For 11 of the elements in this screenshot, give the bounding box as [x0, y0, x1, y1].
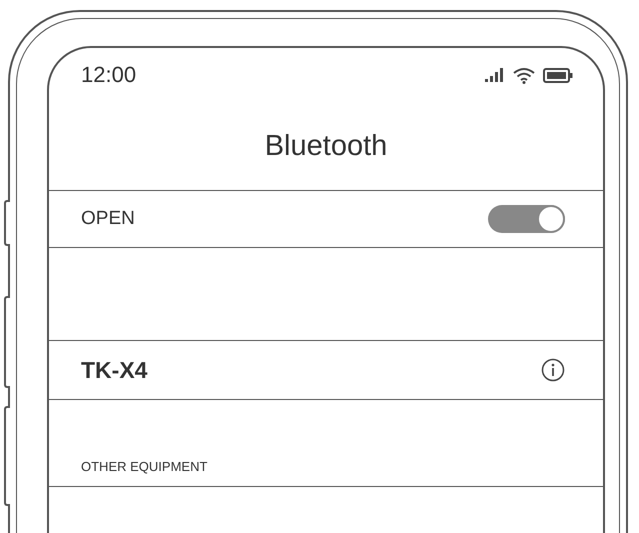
status-time: 12:00 [81, 62, 136, 88]
device-row[interactable]: TK-X4 [49, 340, 603, 400]
screen-title: Bluetooth [264, 130, 388, 162]
wifi-icon [513, 66, 535, 84]
toggle-label: OPEN [81, 208, 135, 230]
info-icon[interactable] [541, 358, 565, 382]
signal-icon [485, 68, 505, 82]
device-name: TK-X4 [81, 356, 148, 384]
toggle-switch[interactable] [488, 205, 565, 233]
section-label: OTHER EQUIPMENT [81, 459, 208, 474]
battery-icon [543, 68, 573, 82]
